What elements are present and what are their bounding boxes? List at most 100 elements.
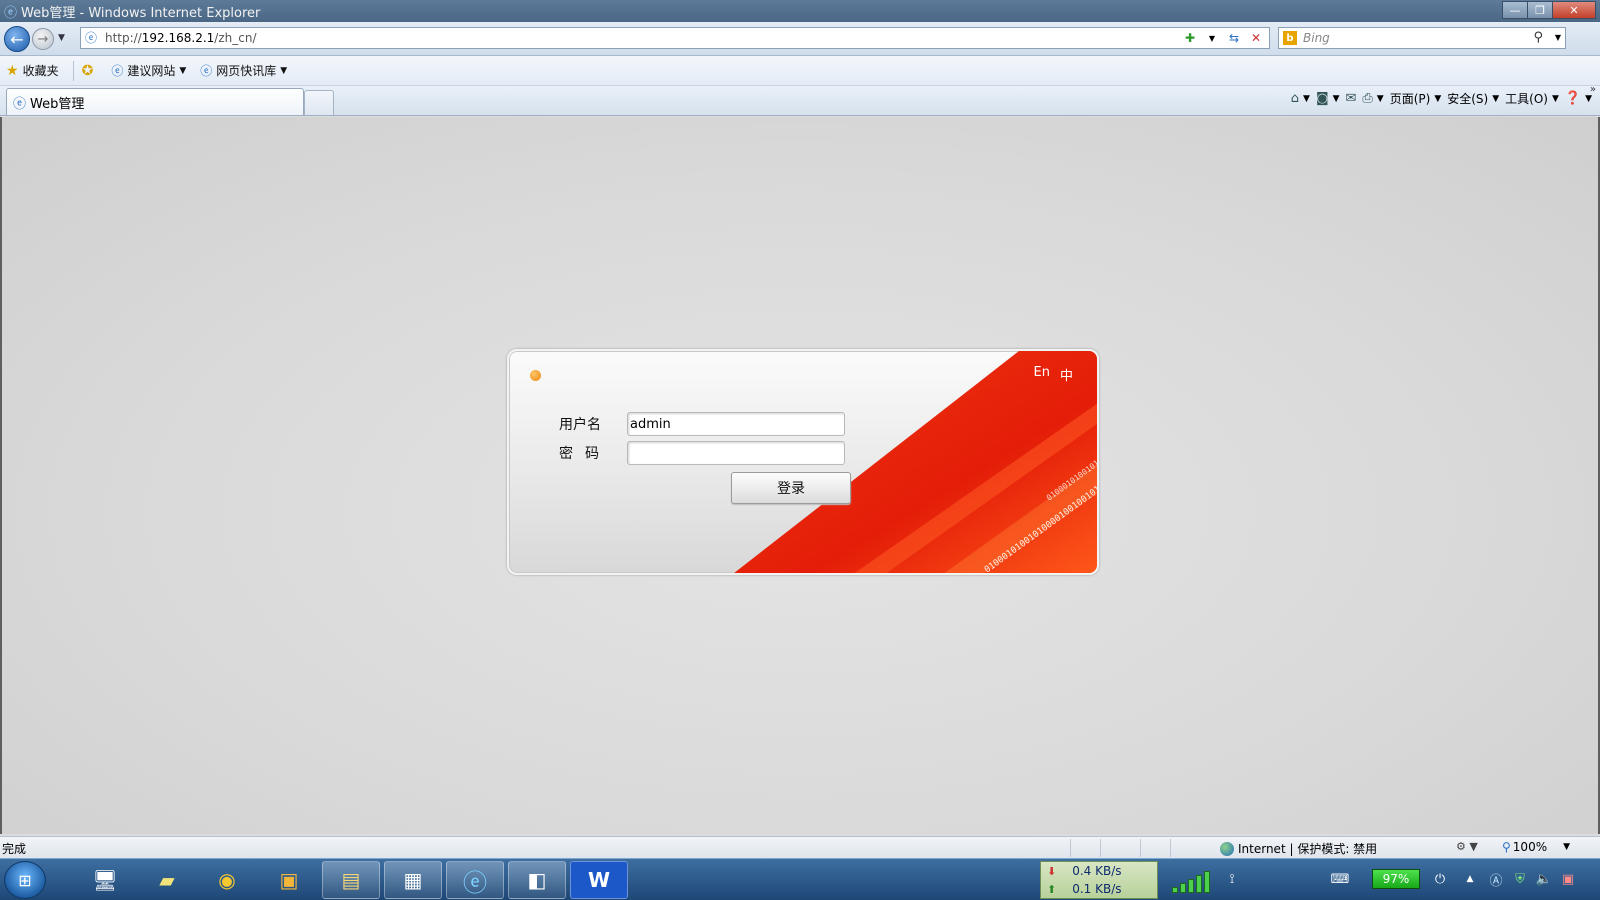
taskbar-app-explorer[interactable]: ▤ (322, 861, 380, 899)
zoom-icon: ⚲ (1502, 840, 1511, 854)
address-dropdown-icon[interactable]: ▼ (1203, 29, 1221, 47)
status-dot-icon (530, 370, 541, 381)
login-button[interactable]: 登录 (731, 472, 851, 504)
stop-icon[interactable]: ✕ (1247, 29, 1265, 47)
keyboard-icon[interactable]: ⌨ (1331, 870, 1350, 888)
taskbar-app-files[interactable]: ▣ (260, 861, 318, 899)
page-content: 01000101001010000100100101010111 0100010… (0, 117, 1600, 834)
maximize-button[interactable]: ❐ (1527, 1, 1553, 19)
navigation-bar: ← → ▼ ⓔ http://192.168.2.1/zh_cn/ ✚ ▼ ⇆ … (0, 22, 1600, 56)
caret-down-icon: ▼ (1492, 93, 1500, 104)
window-title: Web管理 - Windows Internet Explorer (21, 5, 261, 21)
notes-icon: ▰ (159, 868, 175, 892)
tab-web-admin[interactable]: ⓔ Web管理 (6, 88, 304, 115)
download-speed: 0.4 KB/s (1072, 864, 1122, 878)
favorites-button[interactable]: ★ 收藏夹 (6, 62, 59, 79)
divider (1070, 839, 1071, 857)
address-url[interactable]: http://192.168.2.1/zh_cn/ (105, 31, 257, 45)
safety-menu-label: 安全(S) (1447, 92, 1489, 106)
caret-down-icon: ▼ (179, 65, 187, 76)
help-icon: ❓ (1564, 91, 1582, 106)
network-icon[interactable]: ▣ (1560, 870, 1576, 888)
help-button[interactable]: ❓ ▼ (1565, 91, 1592, 106)
caret-down-icon: ▼ (1563, 842, 1571, 852)
add-favorite-button[interactable]: ✪ (82, 63, 98, 79)
taskbar-app-notes[interactable]: ▰ (138, 861, 196, 899)
volume-icon[interactable]: 🔈 (1536, 870, 1552, 888)
taskbar-app-ie[interactable]: ⓔ (446, 861, 504, 899)
battery-indicator[interactable]: 97% (1372, 869, 1420, 889)
zone-label: Internet | 保护模式: 禁用 (1238, 842, 1378, 856)
zoom-control[interactable]: ⚲ 100% ▼ (1502, 840, 1570, 854)
password-input[interactable] (627, 441, 845, 465)
refresh-icon[interactable]: ⇆ (1225, 29, 1243, 47)
compatibility-icon[interactable]: ✚ (1181, 29, 1199, 47)
caret-down-icon: ▼ (1585, 93, 1592, 104)
start-button[interactable]: ⊞ (4, 861, 46, 899)
upload-speed: 0.1 KB/s (1072, 882, 1122, 896)
tray-app-icon[interactable]: Ⓐ (1488, 870, 1504, 889)
print-button[interactable]: ⎙ ▼ (1362, 91, 1383, 106)
forward-button[interactable]: → (32, 28, 54, 50)
url-path: /zh_cn/ (214, 31, 257, 45)
favorites-bar: ★ 收藏夹 ✪ ⓔ 建议网站 ▼ ⓔ 网页快讯库 ▼ (0, 56, 1600, 86)
caret-down-icon: ▼ (1551, 93, 1559, 104)
url-prefix: http:// (105, 31, 142, 45)
url-host: 192.168.2.1 (141, 31, 215, 45)
taskbar-app-browser[interactable]: ◉ (198, 861, 256, 899)
taskbar-app-manager[interactable]: ▦ (384, 861, 442, 899)
page-menu[interactable]: 页面(P) ▼ (1390, 90, 1442, 107)
windows-logo-icon: ⊞ (18, 870, 32, 890)
power-plug-icon[interactable]: ⏻ (1432, 870, 1448, 888)
search-options-icon[interactable]: ▼ (1555, 33, 1561, 42)
web-slice-gallery-label: 网页快讯库 (216, 64, 277, 78)
ie-page-icon: ⓔ (200, 64, 213, 78)
tools-menu[interactable]: 工具(O) ▼ (1505, 90, 1559, 107)
lang-zh-link[interactable]: 中 (1060, 365, 1073, 384)
show-hidden-icons[interactable]: ▲ (1462, 870, 1478, 888)
more-commands-icon[interactable]: » (1590, 84, 1596, 95)
favorites-label: 收藏夹 (22, 64, 59, 78)
popup-blocker-icon[interactable]: ⚙ ▼ (1456, 840, 1478, 853)
read-mail-button[interactable]: ✉ (1345, 91, 1356, 106)
manager-icon: ▦ (403, 868, 423, 892)
web-slice-gallery-button[interactable]: ⓔ 网页快讯库 ▼ (200, 62, 287, 79)
recent-pages-dropdown[interactable]: ▼ (58, 33, 65, 43)
suggested-sites-button[interactable]: ⓔ 建议网站 ▼ (111, 62, 186, 79)
ie-page-icon: ⓔ (13, 96, 27, 112)
close-button[interactable]: ✕ (1552, 1, 1596, 19)
network-speed-widget: ⬇ 0.4 KB/s ⬆ 0.1 KB/s (1040, 861, 1158, 899)
window-titlebar: ⓔ Web管理 - Windows Internet Explorer — ❐ … (0, 0, 1600, 22)
search-box[interactable]: b Bing ⚲ ▼ (1278, 27, 1566, 49)
safety-menu[interactable]: 安全(S) ▼ (1447, 90, 1499, 107)
taskbar-app-word[interactable]: W (570, 861, 628, 899)
taskbar-app-computer[interactable]: 🖥 (76, 861, 134, 899)
ie-icon: ⓔ (463, 868, 487, 897)
chrome-icon: ◉ (218, 868, 236, 892)
divider (1100, 839, 1101, 857)
caret-down-icon: ▼ (1434, 93, 1442, 104)
back-button[interactable]: ← (4, 26, 30, 52)
globe-icon (1220, 841, 1234, 856)
feeds-button[interactable]: ◙ ▼ (1316, 91, 1340, 106)
tools-menu-label: 工具(O) (1505, 92, 1548, 106)
language-switch: En 中 (1034, 365, 1073, 384)
mail-icon: ✉ (1345, 91, 1357, 106)
caret-down-icon: ▼ (1332, 93, 1340, 104)
shield-icon[interactable]: ⛨ (1512, 870, 1528, 888)
address-tools: ✚ ▼ ⇆ ✕ (1181, 29, 1265, 47)
new-tab-button[interactable] (304, 90, 334, 115)
divider (1140, 839, 1141, 857)
taskbar-app-editor[interactable]: ◧ (508, 861, 566, 899)
search-icon[interactable]: ⚲ (1533, 30, 1543, 45)
minimize-button[interactable]: — (1502, 1, 1528, 19)
address-bar[interactable]: ⓔ http://192.168.2.1/zh_cn/ ✚ ▼ ⇆ ✕ (80, 27, 1270, 49)
home-button[interactable]: ⌂ ▼ (1291, 91, 1310, 106)
lang-en-link[interactable]: En (1034, 365, 1050, 384)
divider (72, 60, 74, 81)
security-zone[interactable]: Internet | 保护模式: 禁用 (1220, 840, 1377, 857)
wireless-icon[interactable]: ⟟ (1224, 870, 1240, 888)
username-input[interactable]: admin (627, 412, 845, 436)
tab-label: Web管理 (30, 96, 85, 112)
editor-icon: ◧ (527, 868, 547, 892)
